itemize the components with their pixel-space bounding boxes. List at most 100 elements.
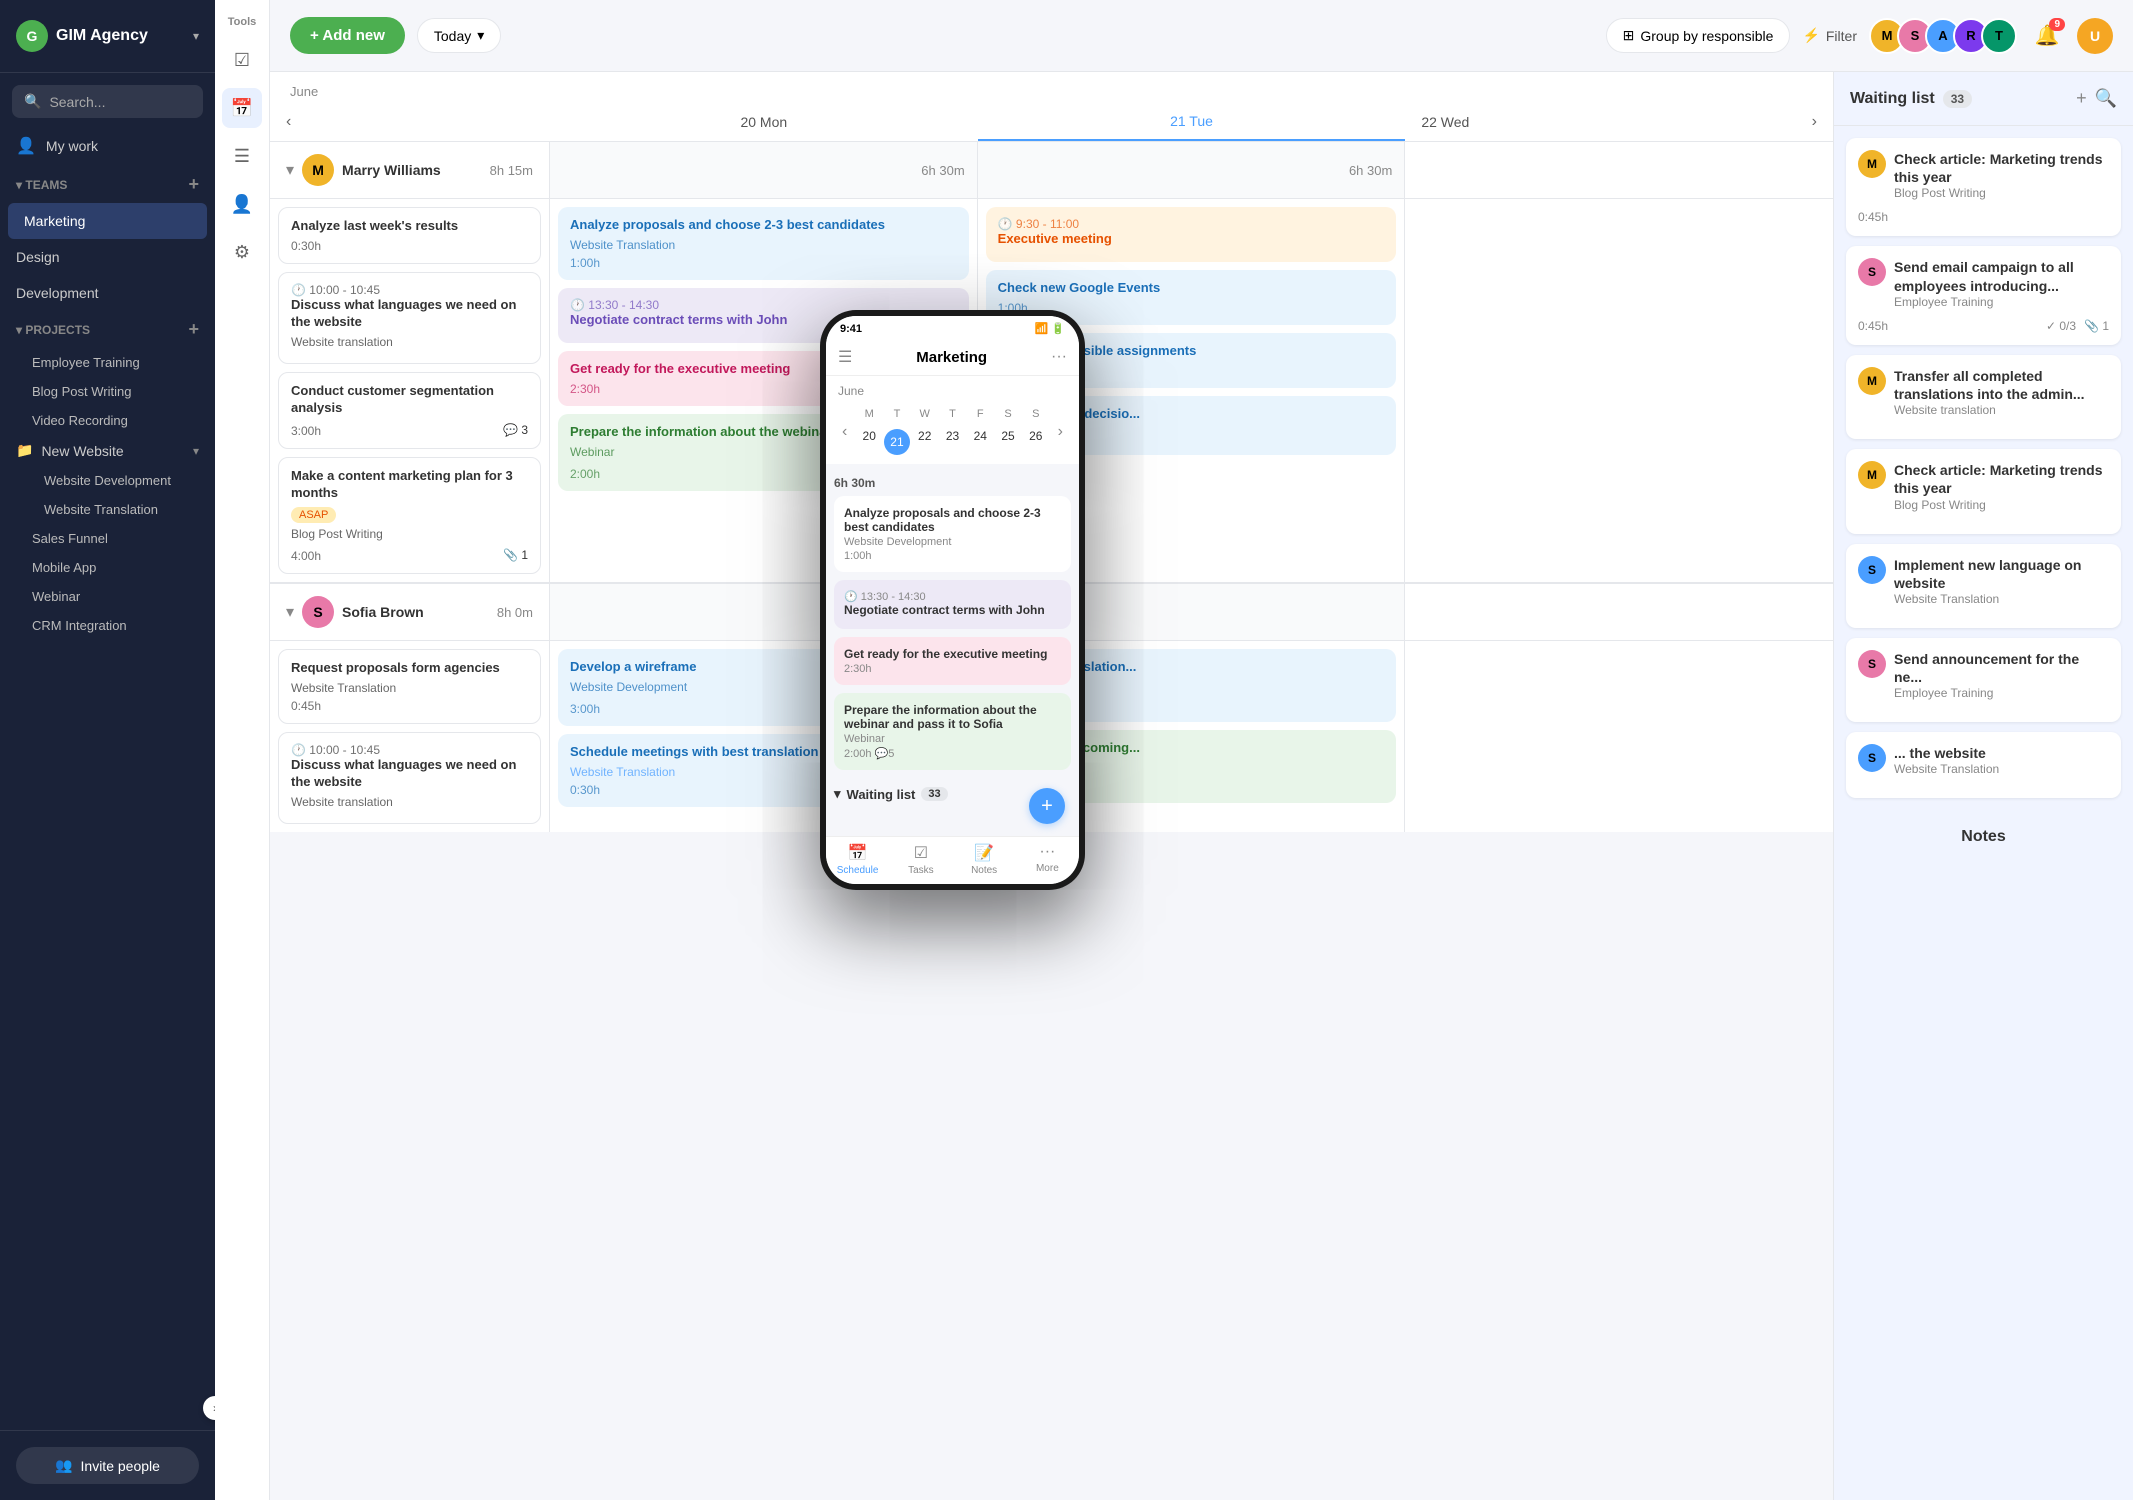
weekday: W <box>911 404 939 424</box>
group-by-button[interactable]: ⊞ Group by responsible <box>1606 18 1791 53</box>
avatar-5[interactable]: T <box>1981 18 2017 54</box>
phone-more-icon[interactable]: ··· <box>1051 348 1067 366</box>
task-card[interactable]: Analyze last week's results 0:30h <box>278 207 541 264</box>
phone-date[interactable]: 20 <box>855 424 883 460</box>
collapse-arrow-marry[interactable]: ▾ <box>286 160 294 180</box>
waiting-card[interactable]: S Send email campaign to all employees i… <box>1846 246 2121 344</box>
waiting-card[interactable]: M Transfer all completed translations in… <box>1846 355 2121 439</box>
phone-task-card[interactable]: Get ready for the executive meeting 2:30… <box>834 637 1071 685</box>
phone-date[interactable]: 22 <box>911 424 939 460</box>
tool-settings-icon[interactable]: ⚙ <box>222 232 262 272</box>
phone-tab-notes[interactable]: 📝 Notes <box>953 843 1016 876</box>
new-website-chevron-icon: ▾ <box>193 444 199 458</box>
sidebar-item-crm-integration[interactable]: CRM Integration <box>0 611 215 640</box>
add-team-button[interactable]: + <box>188 174 199 195</box>
phone-date[interactable]: 21 <box>883 424 911 460</box>
phone-screen: 9:41 📶 🔋 ☰ Marketing ··· June ‹ M T W T … <box>826 316 1079 884</box>
tool-list-icon[interactable]: ☰ <box>222 136 262 176</box>
sidebar-item-new-website[interactable]: 📁 New Website ▾ <box>0 435 215 466</box>
sidebar-item-webinar[interactable]: Webinar <box>0 582 215 611</box>
task-card[interactable]: Make a content marketing plan for 3 mont… <box>278 457 541 574</box>
task-card[interactable]: Conduct customer segmentation analysis 3… <box>278 372 541 450</box>
projects-section-header: ▾ Projects + <box>0 311 215 348</box>
phone-date[interactable]: 23 <box>939 424 967 460</box>
phone-next-button[interactable]: › <box>1054 423 1067 441</box>
sidebar-item-sales-funnel[interactable]: Sales Funnel <box>0 524 215 553</box>
invite-icon: 👥 <box>55 1457 72 1474</box>
invite-people-button[interactable]: 👥 Invite people <box>16 1447 199 1484</box>
waiting-add-button[interactable]: + <box>2076 88 2087 109</box>
phone-task-duration: 2:30h <box>844 663 1061 675</box>
add-project-button[interactable]: + <box>188 319 199 340</box>
phone-waiting-count: 33 <box>921 787 947 801</box>
phone-task-title: Prepare the information about the webina… <box>844 703 1061 731</box>
phone-task-duration: 1:00h <box>844 550 1061 562</box>
phone-menu-icon[interactable]: ☰ <box>838 347 852 367</box>
phone-date[interactable]: 26 <box>1022 424 1050 460</box>
waiting-search-button[interactable]: 🔍 <box>2095 88 2117 109</box>
sidebar-item-design[interactable]: Design <box>0 239 215 275</box>
sidebar-item-development[interactable]: Development <box>0 275 215 311</box>
month-label: June <box>270 72 1833 103</box>
sidebar-item-mobile-app[interactable]: Mobile App <box>0 553 215 582</box>
task-title: Analyze last week's results <box>291 218 528 235</box>
waiting-card[interactable]: S ... the website Website Translation <box>1846 732 2121 798</box>
waiting-list-cards: M Check article: Marketing trends this y… <box>1834 126 2133 858</box>
phone-tab-schedule[interactable]: 📅 Schedule <box>826 843 889 876</box>
today-button[interactable]: Today ▾ <box>417 18 501 53</box>
sidebar-header[interactable]: G GIM Agency ▾ <box>0 0 215 73</box>
prev-day-button[interactable]: ‹ <box>286 113 291 131</box>
phone-date[interactable]: 24 <box>966 424 994 460</box>
waiting-card-title: Implement new language on website <box>1894 556 2109 592</box>
day-column-sofia-mon: Request proposals form agencies Website … <box>270 641 550 832</box>
search-bar[interactable]: 🔍 Search... <box>12 85 203 118</box>
notifications-button[interactable]: 🔔 9 <box>2029 18 2065 54</box>
sidebar-item-employee-training[interactable]: Employee Training <box>0 348 215 377</box>
phone-today-date[interactable]: 21 <box>884 429 910 455</box>
phone-tab-tasks[interactable]: ☑ Tasks <box>889 843 952 876</box>
phone-tab-more[interactable]: ··· More <box>1016 843 1079 876</box>
sidebar-item-website-development[interactable]: Website Development <box>0 466 215 495</box>
waiting-card[interactable]: S Implement new language on website Webs… <box>1846 544 2121 628</box>
waiting-card[interactable]: M Check article: Marketing trends this y… <box>1846 449 2121 533</box>
task-duration: 1:00h <box>570 256 957 270</box>
current-user-avatar[interactable]: U <box>2077 18 2113 54</box>
phone-date[interactable]: 25 <box>994 424 1022 460</box>
spacer-wed-extra <box>1405 199 1833 582</box>
waiting-card-title: Transfer all completed translations into… <box>1894 367 2109 403</box>
waiting-card-avatar: M <box>1858 150 1886 178</box>
task-card[interactable]: 🕐 10:00 - 10:45 Discuss what languages w… <box>278 272 541 364</box>
collapse-arrow-sofia[interactable]: ▾ <box>286 602 294 622</box>
phone-prev-button[interactable]: ‹ <box>838 423 851 441</box>
team-avatars: M S A R T <box>1869 18 2017 54</box>
phone-content: 6h 30m Analyze proposals and choose 2-3 … <box>826 464 1079 836</box>
today-dropdown-icon: ▾ <box>477 27 484 44</box>
tool-person-icon[interactable]: 👤 <box>222 184 262 224</box>
sidebar-item-video-recording[interactable]: Video Recording <box>0 406 215 435</box>
phone-task-card[interactable]: 🕐 13:30 - 14:30 Negotiate contract terms… <box>834 580 1071 629</box>
waiting-card[interactable]: S Send announcement for the ne... Employ… <box>1846 638 2121 722</box>
waiting-card-subtitle: Employee Training <box>1894 295 2109 309</box>
task-card[interactable]: 🕐 9:30 - 11:00 Executive meeting <box>986 207 1397 262</box>
waiting-card[interactable]: M Check article: Marketing trends this y… <box>1846 138 2121 236</box>
task-time: 🕐 9:30 - 11:00 <box>998 217 1385 231</box>
sidebar-item-mywork[interactable]: 👤 My work <box>0 126 215 166</box>
task-card[interactable]: 🕐 10:00 - 10:45 Discuss what languages w… <box>278 732 541 824</box>
add-new-button[interactable]: + Add new <box>290 17 405 54</box>
tool-calendar-icon[interactable]: 📅 <box>222 88 262 128</box>
phone-task-card[interactable]: Prepare the information about the webina… <box>834 693 1071 770</box>
task-title: Analyze proposals and choose 2-3 best ca… <box>570 217 957 234</box>
filter-button[interactable]: ⚡ Filter <box>1802 27 1857 44</box>
task-card[interactable]: Request proposals form agencies Website … <box>278 649 541 724</box>
sidebar-item-website-translation[interactable]: Website Translation <box>0 495 215 524</box>
phone-task-card[interactable]: Analyze proposals and choose 2-3 best ca… <box>834 496 1071 572</box>
waiting-list-panel: Waiting list 33 + 🔍 M Check article: Mar… <box>1833 72 2133 1500</box>
next-day-button[interactable]: › <box>1812 113 1817 131</box>
agency-name: GIM Agency <box>56 27 185 45</box>
tool-check-icon[interactable]: ☑ <box>222 40 262 80</box>
phone-fab-button[interactable]: + <box>1029 788 1065 824</box>
sidebar-item-blog-post-writing[interactable]: Blog Post Writing <box>0 377 215 406</box>
phone-expand-icon[interactable]: ▾ <box>834 786 841 802</box>
task-card[interactable]: Analyze proposals and choose 2-3 best ca… <box>558 207 969 280</box>
sidebar-item-marketing[interactable]: Marketing <box>8 203 207 239</box>
